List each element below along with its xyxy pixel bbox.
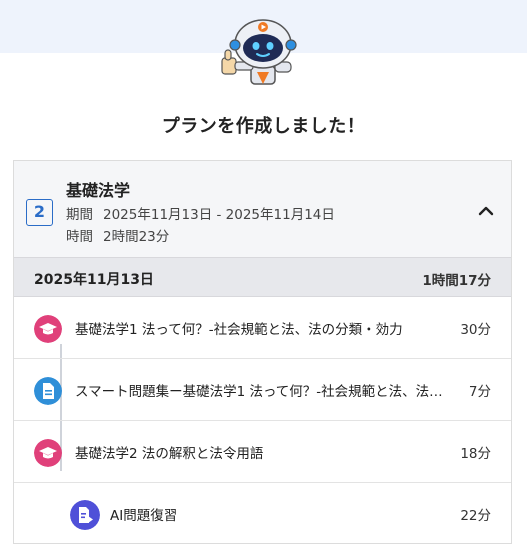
- item-label: 基礎法学1 法って何？-社会規範と法、法の分類・効力: [75, 322, 403, 338]
- item-duration: 22分: [460, 508, 491, 524]
- list-item[interactable]: スマート問題集ー基礎法学1 法って何？-社会規範と法、法の分類・効力 7分: [14, 360, 511, 421]
- page-title: プランを作成しました！: [161, 116, 366, 137]
- graduation-cap-icon: [34, 439, 62, 467]
- time-row: 時間 2時間23分: [66, 225, 169, 245]
- ai-review-icon: [70, 500, 100, 530]
- lesson-number-badge: 2: [26, 199, 53, 226]
- robot-mascot-icon: [221, 19, 297, 85]
- plan-card-header[interactable]: 2 基礎法学 期間 2025年11月13日 - 2025年11月14日 時間 2時間…: [14, 161, 511, 257]
- graduation-cap-icon: [34, 315, 62, 343]
- subject-title: 基礎法学: [66, 181, 131, 200]
- item-label: 基礎法学2 法の解釈と法令用語: [75, 446, 264, 462]
- list-item[interactable]: 基礎法学2 法の解釈と法令用語 18分: [14, 422, 511, 483]
- day-header: 2025年11月13日 1時間17分: [14, 257, 511, 297]
- document-icon: [34, 377, 62, 405]
- list-item[interactable]: AI問題復習 22分: [14, 484, 511, 545]
- item-duration: 7分: [468, 384, 491, 400]
- item-label: スマート問題集ー基礎法学1 法って何？-社会規範と法、法の分類・効力: [75, 384, 445, 400]
- time-value: 2時間23分: [103, 229, 170, 245]
- time-label: 時間: [66, 229, 93, 245]
- item-duration: 30分: [460, 322, 491, 338]
- period-label: 期間: [66, 207, 93, 223]
- period-value: 2025年11月13日 - 2025年11月14日: [103, 207, 335, 223]
- period-row: 期間 2025年11月13日 - 2025年11月14日: [66, 203, 335, 223]
- day-date: 2025年11月13日: [34, 272, 154, 288]
- plan-card: 2 基礎法学 期間 2025年11月13日 - 2025年11月14日 時間 2時間…: [13, 160, 512, 544]
- chevron-up-icon[interactable]: [474, 199, 498, 223]
- item-duration: 18分: [460, 446, 491, 462]
- day-total-time: 1時間17分: [422, 273, 491, 289]
- list-item[interactable]: 基礎法学1 法って何？-社会規範と法、法の分類・効力 30分: [14, 298, 511, 359]
- item-label: AI問題復習: [110, 508, 178, 524]
